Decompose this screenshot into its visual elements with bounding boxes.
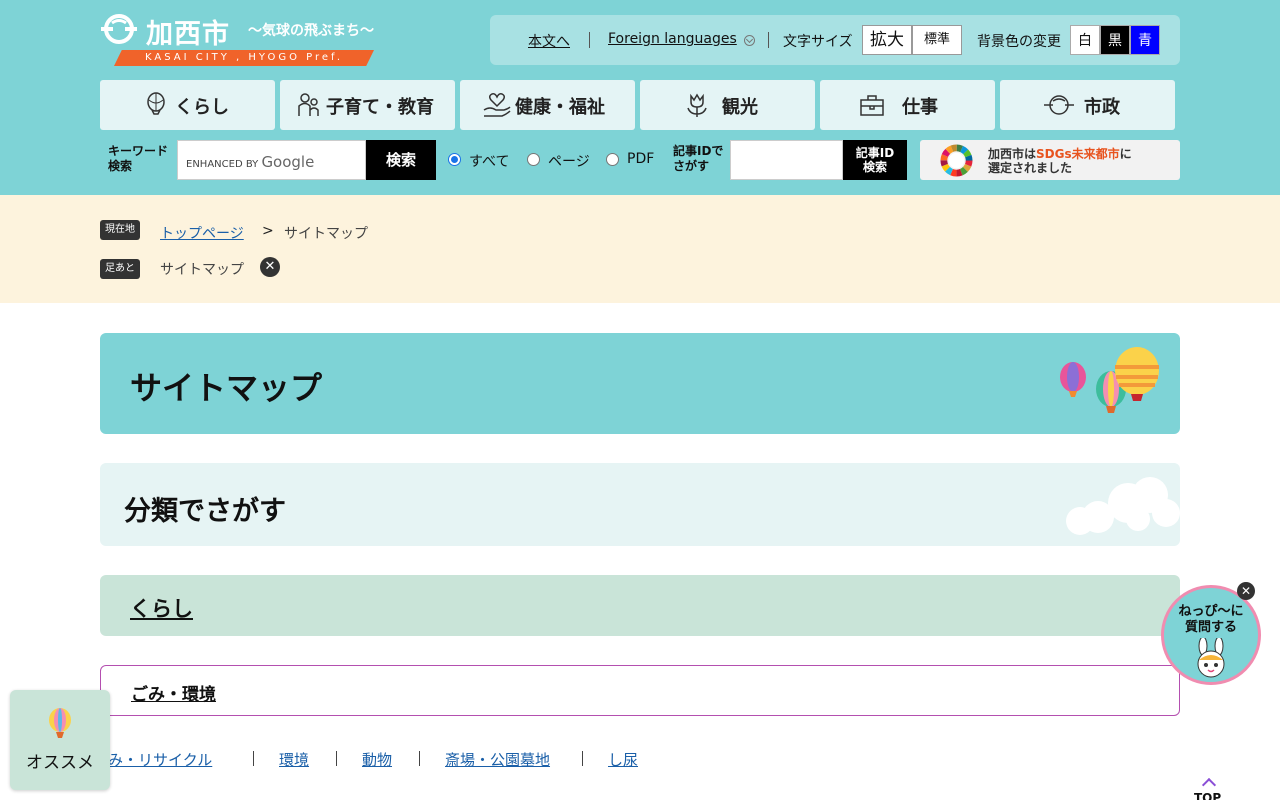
close-icon[interactable]: ✕ xyxy=(260,257,280,277)
page-title: サイトマップ xyxy=(130,369,323,407)
divider xyxy=(582,751,583,766)
nav-kosodate[interactable]: 子育て・教育 xyxy=(280,80,455,130)
nav-kanko[interactable]: 観光 xyxy=(640,80,815,130)
font-large-button[interactable]: 拡大 xyxy=(862,25,912,55)
bg-white-button[interactable]: 白 xyxy=(1070,25,1100,55)
city-emblem-icon xyxy=(101,14,137,44)
category-kurashi: くらし xyxy=(100,575,1180,636)
logo-name: 加西市 xyxy=(146,19,230,50)
nav-label: 観光 xyxy=(722,97,758,118)
history-tag: 足あと xyxy=(100,259,140,279)
nav-label: 仕事 xyxy=(902,97,938,118)
chatbot-button[interactable]: ねっぴ〜に 質問する xyxy=(1161,585,1261,685)
divider xyxy=(589,32,590,48)
radio-all[interactable] xyxy=(448,153,461,166)
page-title-banner: サイトマップ xyxy=(100,333,1180,434)
font-standard-button[interactable]: 標準 xyxy=(912,25,962,55)
site-header: 加西市 〜気球の飛ぶまち〜 KASAI CITY , HYOGO Pref. 本… xyxy=(0,0,1280,195)
sdgs-text: 加西市はSDGs未来都市に 選定されました xyxy=(988,147,1132,175)
logo-english: KASAI CITY , HYOGO Pref. xyxy=(144,52,344,63)
city-logo-icon xyxy=(1044,95,1074,115)
chevron-down-icon[interactable] xyxy=(744,35,755,46)
nav-label: 子育て・教育 xyxy=(326,97,434,118)
recommend-label: オススメ xyxy=(26,753,94,773)
history-item[interactable]: サイトマップ xyxy=(160,259,244,279)
back-to-top-button[interactable]: TOP xyxy=(1190,778,1230,800)
radio-page-label[interactable]: ページ xyxy=(548,151,590,171)
bg-blue-button[interactable]: 青 xyxy=(1130,25,1160,55)
logo-tagline: 〜気球の飛ぶまち〜 xyxy=(248,23,374,39)
leaf-link[interactable]: 動物 xyxy=(362,749,392,770)
divider xyxy=(768,32,769,48)
utility-bar: 本文へ Foreign languages 文字サイズ 拡大 標準 背景色の変更… xyxy=(490,15,1180,65)
divider xyxy=(336,751,337,766)
leaf-link[interactable]: し尿 xyxy=(608,749,638,770)
nav-kurashi[interactable]: くらし xyxy=(100,80,275,130)
radio-pdf[interactable] xyxy=(606,153,619,166)
close-icon[interactable]: ✕ xyxy=(1237,582,1255,600)
nav-label: くらし xyxy=(175,97,229,118)
site-logo[interactable]: 加西市 〜気球の飛ぶまち〜 KASAI CITY , HYOGO Pref. xyxy=(100,12,376,68)
article-id-label: 記事IDで さがす xyxy=(673,144,724,173)
heart-hand-icon xyxy=(483,93,511,117)
breadcrumb: 現在地 トップページ > サイトマップ 足あと サイトマップ ✕ xyxy=(0,195,1280,303)
article-id-search-button[interactable]: 記事ID 検索 xyxy=(843,140,907,180)
bg-black-button[interactable]: 黒 xyxy=(1100,25,1130,55)
chevron-up-icon xyxy=(1201,778,1217,793)
hot-air-balloons-icon xyxy=(1060,347,1159,413)
nav-shigoto[interactable]: 仕事 xyxy=(820,80,995,130)
subcategory-link[interactable]: ごみ・環境 xyxy=(131,680,216,705)
section-title: 分類でさがす xyxy=(124,496,286,527)
leaf-link[interactable]: 環境 xyxy=(279,749,309,770)
font-size-label: 文字サイズ xyxy=(783,34,853,50)
radio-pdf-label[interactable]: PDF xyxy=(627,151,654,167)
category-search-section: 分類でさがす xyxy=(100,463,1180,546)
leaf-link-list: ごみ・リサイクル 環境 動物 斎場・公園墓地 し尿 xyxy=(0,746,1180,770)
foreign-languages-link[interactable]: Foreign languages xyxy=(608,31,737,47)
nav-label: 健康・福祉 xyxy=(515,97,605,118)
google-branding: ENHANCED BY Google xyxy=(186,153,315,171)
skip-to-content-link[interactable]: 本文へ xyxy=(528,31,570,51)
mascot-icon xyxy=(1197,638,1225,678)
leaf-link[interactable]: ごみ・リサイクル xyxy=(93,749,212,770)
breadcrumb-home-link[interactable]: トップページ xyxy=(160,223,244,243)
recommend-button[interactable]: オススメ xyxy=(10,690,110,790)
family-icon xyxy=(298,93,319,116)
briefcase-icon xyxy=(860,95,884,116)
nav-shisei[interactable]: 市政 xyxy=(1000,80,1175,130)
radio-all-label[interactable]: すべて xyxy=(469,151,509,171)
category-link[interactable]: くらし xyxy=(130,593,193,623)
nav-kenko[interactable]: 健康・福祉 xyxy=(460,80,635,130)
leaf-link[interactable]: 斎場・公園墓地 xyxy=(445,749,550,770)
chatbot-text: ねっぴ〜に 質問する xyxy=(1178,604,1244,635)
current-location-tag: 現在地 xyxy=(100,220,140,240)
search-button[interactable]: 検索 xyxy=(366,140,436,180)
breadcrumb-separator: > xyxy=(262,223,274,239)
balloon-icon xyxy=(147,92,165,115)
subcategory-gomi-kankyo: ごみ・環境 xyxy=(100,665,1180,716)
nav-label: 市政 xyxy=(1084,97,1120,118)
article-id-input[interactable] xyxy=(730,140,843,180)
keyword-search-label: キーワード 検索 xyxy=(108,144,169,173)
divider xyxy=(253,751,254,766)
radio-page[interactable] xyxy=(527,153,540,166)
balloon-icon xyxy=(49,708,71,738)
bg-color-label: 背景色の変更 xyxy=(977,34,1061,50)
tulip-icon xyxy=(687,93,707,117)
divider xyxy=(419,751,420,766)
back-to-top-label: TOP xyxy=(1194,791,1222,800)
cloud-icon xyxy=(1066,477,1180,535)
sdgs-banner[interactable]: 加西市はSDGs未来都市に 選定されました xyxy=(920,140,1180,180)
breadcrumb-current: サイトマップ xyxy=(284,226,368,242)
search-input[interactable]: ENHANCED BY Google xyxy=(177,140,366,180)
sdgs-wheel-icon xyxy=(940,144,973,177)
